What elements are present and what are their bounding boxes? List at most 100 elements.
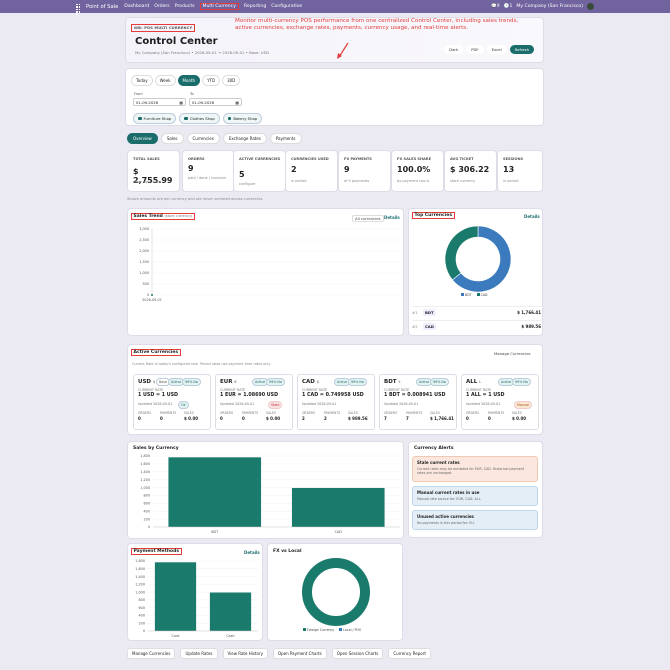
calendar-icon[interactable]: ▦ — [235, 100, 239, 105]
period-week[interactable]: Week — [154, 75, 176, 86]
alert-stale-rates[interactable]: Stale current rates Current rates may be… — [412, 456, 538, 482]
pdf-button[interactable]: PDF — [466, 45, 484, 54]
top-currencies-card: Top Currencies Details BDT CAD #1 BDT $ … — [408, 208, 543, 336]
legend-label: Local / POS — [343, 628, 362, 632]
currency-filter-select[interactable]: All currencies — [352, 215, 384, 222]
currency-report-button[interactable]: Currency Report — [388, 648, 431, 659]
clock-icon[interactable]: 🕓1 — [504, 4, 513, 9]
currency-code: BDT — [423, 308, 436, 316]
orders-header: ORDERS — [220, 411, 234, 415]
nav-dashboard[interactable]: Dashboard — [124, 4, 149, 9]
y-tick-label: 600 — [144, 502, 150, 506]
code-text: USD — [138, 379, 151, 385]
kpi-avg-ticket: AVG TICKET $ 306.22 store currency — [444, 150, 497, 192]
y-tick-label: 2,000 — [139, 249, 149, 253]
shop-chip-furniture[interactable]: Furniture Shop — [133, 113, 177, 124]
avatar[interactable] — [587, 3, 594, 10]
sales-trend-details-link[interactable]: Details — [384, 215, 400, 220]
tab-payments[interactable]: Payments — [269, 133, 302, 144]
status-badge: Stale — [268, 401, 283, 409]
legend-label: CAD — [480, 293, 488, 297]
nav-reporting[interactable]: Reporting — [244, 4, 266, 9]
tab-currencies[interactable]: Currencies — [186, 133, 220, 144]
company-name[interactable]: My Company (San Francisco) — [516, 4, 583, 9]
shop-chip-bakery[interactable]: Bakery Shop — [222, 113, 263, 124]
kpi-value: 5 — [239, 170, 245, 179]
currency-symbol: $ — [152, 379, 156, 384]
active-currencies-title: Active Currencies — [131, 349, 181, 356]
manage-currencies-link[interactable]: Manage Currencies — [494, 351, 531, 356]
kpi-label: FX PAYMENTS — [344, 157, 372, 161]
y-tick-label: 1,800 — [140, 454, 150, 458]
payment-methods-card: Payment Methods Details 0 200 400 600 800 1,0… — [127, 543, 263, 641]
calendar-icon[interactable]: ▦ — [179, 100, 183, 105]
excel-button[interactable]: Excel — [486, 45, 507, 54]
nav-orders[interactable]: Orders — [154, 4, 169, 9]
payments-value: 2 — [324, 416, 327, 421]
checkbox-icon[interactable] — [138, 116, 142, 121]
top-currencies-details-link[interactable]: Details — [524, 214, 540, 219]
tab-overview[interactable]: Overview — [127, 133, 158, 144]
kpi-sub: store equivalent — [133, 180, 162, 184]
alert-manual-rates[interactable]: Manual current rates in use Manual rate … — [412, 486, 538, 506]
checkbox-icon[interactable] — [227, 116, 232, 121]
top-currency-row[interactable]: #2 CAD $ 989.56 — [412, 320, 541, 331]
alert-unused-currencies[interactable]: Unused active currencies No payments in … — [412, 510, 538, 530]
nav-configuration[interactable]: Configuration — [271, 4, 302, 9]
updated-at: Updated 2026-09-01 — [220, 402, 255, 406]
dark-button[interactable]: Dark — [444, 45, 464, 54]
checkbox-icon[interactable] — [184, 116, 188, 121]
app-name[interactable]: Point of Sale — [86, 4, 118, 10]
currency-card-all[interactable]: ALL L Active 99% No CURRENT RATE 1 ALL = 1 U… — [461, 374, 539, 430]
sales-trend-chart: 0 500 1,000 1,500 2,000 2,500 3,000 2026-09-01 — [139, 227, 400, 302]
shop-chip-clothes[interactable]: Clothes Shop — [179, 113, 220, 124]
kpi-sub: paid / done / invoiced — [188, 176, 226, 180]
updated-at: Updated 2026-09-01 — [466, 402, 501, 406]
currency-card-cad[interactable]: CAD $ Active 99% No CURRENT RATE 1 CAD = 0.7… — [297, 374, 375, 430]
period-today[interactable]: Today — [131, 75, 153, 86]
kpi-fx-sales-share: FX SALES SHARE 100.0% by payment count — [391, 150, 444, 192]
refresh-button[interactable]: Refresh — [509, 45, 534, 54]
x-tick-label: Cash — [226, 634, 234, 638]
period-30d[interactable]: 30D — [222, 75, 241, 86]
top-currency-row[interactable]: #1 BDT $ 1,766.41 — [412, 306, 541, 317]
sales-header: SALES — [430, 411, 440, 415]
donut-slice — [444, 225, 479, 281]
kpi-label: TOTAL SALES — [133, 157, 160, 161]
currency-code: USD $ — [138, 379, 155, 385]
currency-symbol: € — [234, 379, 237, 384]
x-tick-label: 2026-09-01 — [142, 298, 162, 302]
payment-methods-title: Payment Methods — [131, 548, 182, 555]
update-rates-button[interactable]: Update Rates — [180, 648, 218, 659]
chat-icon[interactable]: 💬9 — [491, 4, 500, 9]
from-date-input[interactable]: 01-09-2026 ▦ — [133, 98, 186, 106]
view-rate-history-button[interactable]: View Rate History — [222, 648, 268, 659]
currency-card-bdt[interactable]: BDT ৳ Active 99% No CURRENT RATE 1 BDT = 0.0… — [379, 374, 457, 430]
tab-exchange-rates[interactable]: Exchange Rates — [222, 133, 267, 144]
legend-label: BDT — [465, 293, 472, 297]
y-tick-label: 0 — [148, 525, 150, 529]
bar — [168, 457, 262, 527]
to-date-input[interactable]: 01-09-2026 ▦ — [189, 98, 242, 106]
updated-at: Updated 2026-09-01 — [384, 402, 419, 406]
orders-value: 0 — [220, 416, 223, 421]
payment-methods-details-link[interactable]: Details — [244, 550, 260, 555]
currency-code: ALL L — [466, 379, 481, 385]
activity-count: 1 — [509, 4, 513, 9]
open-payment-charts-button[interactable]: Open Payment Charts — [272, 648, 327, 659]
open-session-charts-button[interactable]: Open Session Charts — [331, 648, 384, 659]
sales-trend-card: Sales Trend (store currency) All currenc… — [127, 208, 404, 336]
period-month[interactable]: Month — [177, 75, 201, 86]
kpi-sub: in period — [291, 179, 307, 183]
currency-card-usd[interactable]: USD $ Base Active 99% No CURRENT RATE 1 USD =… — [133, 374, 211, 430]
kpi-fx-payments: FX PAYMENTS 9 of 9 payments — [338, 150, 391, 192]
period-ytd[interactable]: YTD — [202, 75, 221, 86]
currency-card-eur[interactable]: EUR € Active 99% No CURRENT RATE 1 EUR = 1.0… — [215, 374, 293, 430]
apps-grid-icon[interactable] — [76, 3, 82, 15]
rate-label: CURRENT RATE — [302, 388, 328, 392]
sales-value: $ 0.00 — [184, 416, 199, 421]
manage-currencies-button[interactable]: Manage Currencies — [127, 648, 176, 659]
nav-products[interactable]: Products — [175, 4, 195, 9]
nav-multi-currency[interactable]: Multi Currency — [199, 2, 239, 10]
tab-sales[interactable]: Sales — [160, 133, 184, 144]
